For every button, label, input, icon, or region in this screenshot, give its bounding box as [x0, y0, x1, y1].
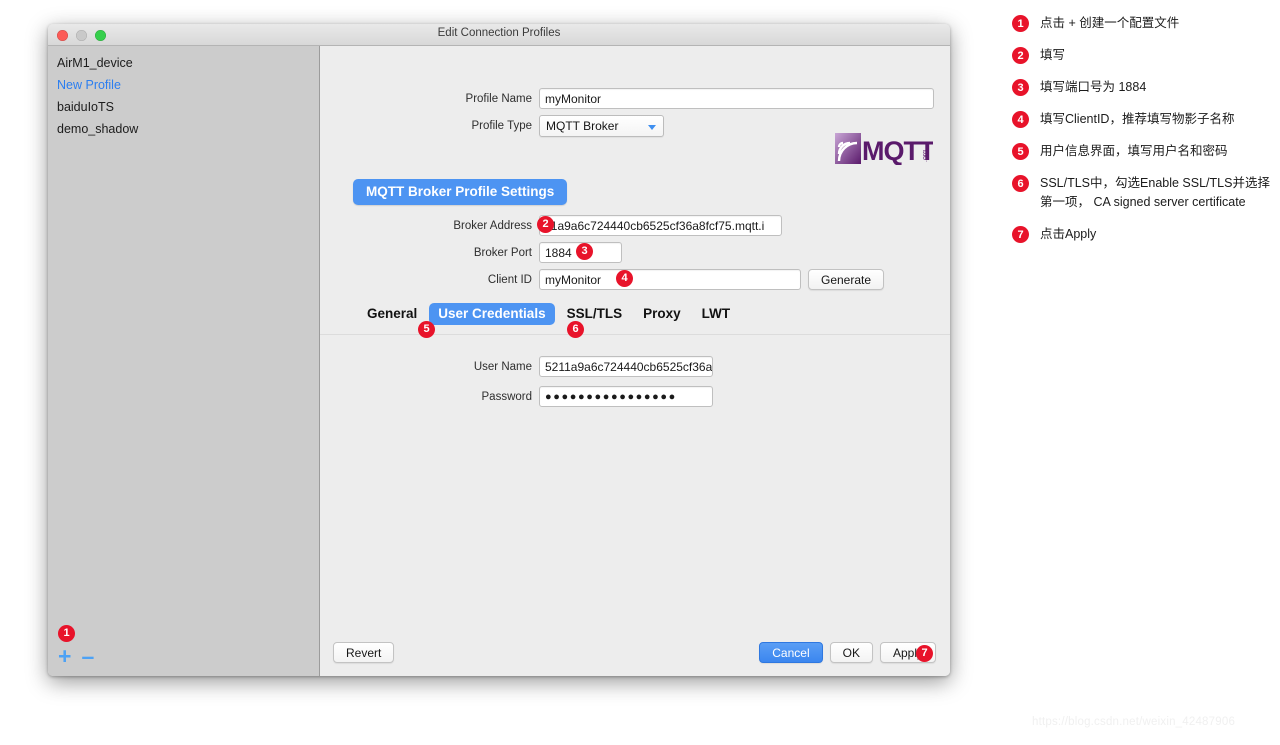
- badge-5: 5: [418, 321, 435, 338]
- dialog-footer: Revert Cancel OK Apply 7: [320, 632, 950, 676]
- user-name-input[interactable]: 5211a9a6c724440cb6525cf36a: [539, 356, 713, 377]
- tab-general[interactable]: General: [358, 303, 426, 325]
- window-title: Edit Connection Profiles: [437, 27, 561, 39]
- cancel-button[interactable]: Cancel: [759, 642, 823, 663]
- profile-type-select[interactable]: MQTT Broker: [539, 115, 664, 137]
- broker-port-row: Broker Port 1884: [320, 242, 950, 263]
- profile-type-label: Profile Type: [471, 120, 532, 132]
- annotation-item: 5 用户信息界面，填写用户名和密码: [1012, 142, 1274, 161]
- annotation-item: 7 点击Apply: [1012, 225, 1274, 244]
- generate-button[interactable]: Generate: [808, 269, 885, 290]
- settings-tabs: General User Credentials SSL/TLS Proxy L…: [358, 303, 739, 325]
- tab-lwt[interactable]: LWT: [693, 303, 740, 325]
- password-input[interactable]: ●●●●●●●●●●●●●●●●: [539, 386, 713, 407]
- profile-name-row: Profile Name myMonitor: [320, 88, 950, 109]
- svg-text:.org: .org: [922, 150, 929, 162]
- password-row: Password ●●●●●●●●●●●●●●●●: [320, 386, 950, 407]
- annotation-item: 6 SSL/TLS中，勾选Enable SSL/TLS并选择 第一项， CA s…: [1012, 174, 1274, 212]
- client-id-input[interactable]: myMonitor: [539, 269, 801, 290]
- user-name-label: User Name: [473, 360, 532, 373]
- profile-name-label: Profile Name: [465, 92, 532, 105]
- screenshot-root: Edit Connection Profiles AirM1_device Ne…: [0, 0, 1280, 745]
- annotation-text: 填写端口号为 1884: [1040, 80, 1147, 94]
- badge-4: 4: [616, 270, 633, 287]
- annotation-text: 点击 + 创建一个配置文件: [1040, 16, 1180, 30]
- annotation-number: 3: [1012, 79, 1029, 96]
- broker-address-label: Broker Address: [453, 219, 532, 232]
- window-titlebar: Edit Connection Profiles: [48, 24, 950, 46]
- badge-6: 6: [567, 321, 584, 338]
- sidebar-item-airm1-device[interactable]: AirM1_device: [48, 52, 319, 74]
- annotation-number: 5: [1012, 143, 1029, 160]
- mqtt-broker-profile-settings-button[interactable]: MQTT Broker Profile Settings: [353, 179, 568, 205]
- annotation-number: 7: [1012, 226, 1029, 243]
- sidebar-item-new-profile[interactable]: New Profile: [48, 74, 319, 96]
- tab-user-credentials[interactable]: User Credentials: [429, 303, 555, 325]
- annotation-text: SSL/TLS中，勾选Enable SSL/TLS并选择 第一项， CA sig…: [1040, 176, 1270, 209]
- mqtt-logo: MQTT .org: [835, 132, 937, 166]
- watermark: https://blog.csdn.net/weixin_42487906: [1032, 716, 1236, 728]
- broker-port-label: Broker Port: [473, 246, 532, 259]
- badge-2: 2: [537, 216, 554, 233]
- annotation-number: 1: [1012, 15, 1029, 32]
- sidebar-controls: + –: [58, 645, 94, 668]
- tab-ssl-tls[interactable]: SSL/TLS: [558, 303, 632, 325]
- annotation-number: 6: [1012, 175, 1029, 192]
- chevron-down-icon: [648, 125, 656, 130]
- badge-7: 7: [916, 645, 933, 662]
- annotation-text: 填写: [1040, 48, 1066, 62]
- tabs-divider: [320, 334, 950, 335]
- footer-actions: Cancel OK Apply: [759, 642, 936, 663]
- edit-connection-profiles-window: Edit Connection Profiles AirM1_device Ne…: [48, 24, 950, 676]
- annotation-text: 用户信息界面，填写用户名和密码: [1040, 144, 1228, 158]
- profile-editor-pane: Profile Name myMonitor Profile Type MQTT…: [320, 46, 950, 676]
- client-id-row: Client ID myMonitor Generate: [320, 269, 950, 290]
- user-name-row: User Name 5211a9a6c724440cb6525cf36a: [320, 356, 950, 377]
- password-label: Password: [481, 390, 533, 403]
- annotation-list: 1 点击 + 创建一个配置文件 2 填写 3 填写端口号为 1884 4 填写C…: [1012, 14, 1274, 257]
- annotation-item: 3 填写端口号为 1884: [1012, 78, 1274, 97]
- badge-1: 1: [58, 625, 75, 642]
- tab-proxy[interactable]: Proxy: [634, 303, 690, 325]
- annotation-number: 4: [1012, 111, 1029, 128]
- broker-address-input[interactable]: 11a9a6c724440cb6525cf36a8fcf75.mqtt.i: [539, 215, 782, 236]
- annotation-item: 4 填写ClientID，推荐填写物影子名称: [1012, 110, 1274, 129]
- client-id-label: Client ID: [487, 273, 532, 286]
- annotation-item: 2 填写: [1012, 46, 1274, 65]
- ok-button[interactable]: OK: [829, 642, 873, 663]
- annotation-text: 点击Apply: [1040, 227, 1097, 241]
- revert-button[interactable]: Revert: [333, 642, 395, 663]
- sidebar-item-demo-shadow[interactable]: demo_shadow: [48, 118, 319, 140]
- sidebar-item-baiduiots[interactable]: baiduIoTS: [48, 96, 319, 118]
- profile-name-input[interactable]: myMonitor: [539, 88, 934, 109]
- window-body: AirM1_device New Profile baiduIoTS demo_…: [48, 46, 950, 676]
- badge-3: 3: [576, 243, 593, 260]
- remove-profile-button[interactable]: –: [81, 645, 94, 668]
- add-profile-button[interactable]: +: [58, 645, 71, 668]
- profiles-sidebar: AirM1_device New Profile baiduIoTS demo_…: [48, 46, 320, 676]
- annotation-number: 2: [1012, 47, 1029, 64]
- broker-address-row: Broker Address 11a9a6c724440cb6525cf36a8…: [320, 215, 950, 236]
- annotation-item: 1 点击 + 创建一个配置文件: [1012, 14, 1274, 33]
- annotation-text: 填写ClientID，推荐填写物影子名称: [1040, 112, 1235, 126]
- profile-type-value: MQTT Broker: [546, 119, 619, 133]
